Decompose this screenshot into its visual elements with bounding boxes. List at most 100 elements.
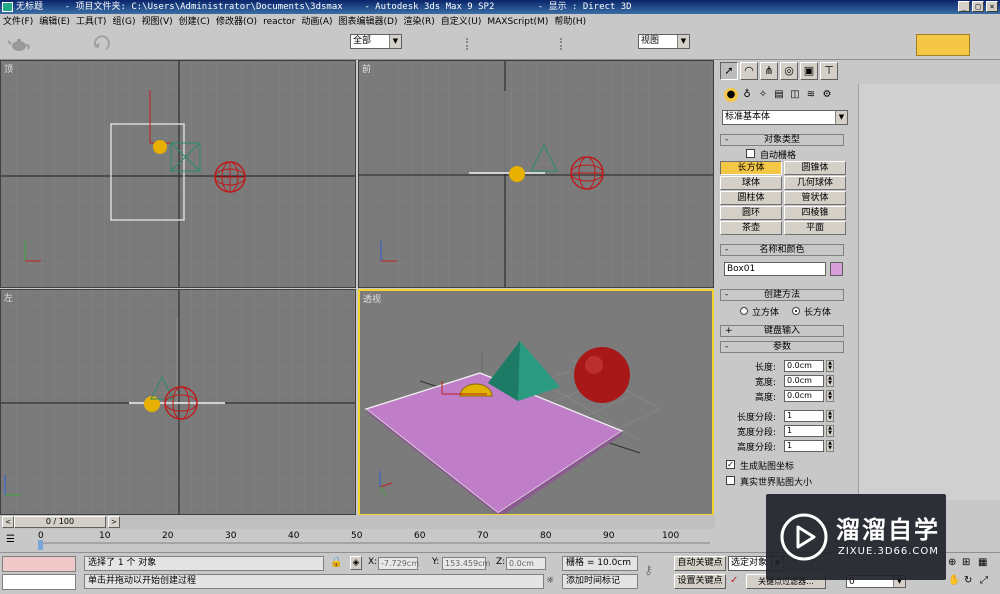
parameters-rollout[interactable]: - 参数 [720,341,844,353]
zoom-icon[interactable]: ⊕ [948,557,956,568]
width-segs-spinner[interactable]: ▲ ▼ [826,425,834,437]
z-coord-input[interactable]: 0.0cm [506,557,546,570]
viewport-perspective[interactable]: 透视 [358,289,714,516]
track-bar[interactable]: ☰ 0 10 20 30 40 50 60 70 80 90 100 [0,530,715,552]
menu-edit[interactable]: 编辑(E) [36,14,73,30]
autogrid-checkbox[interactable] [746,149,755,158]
display-tab-icon[interactable]: ▣ [800,62,818,80]
menu-create[interactable]: 创建(C) [176,14,213,30]
length-segs-input[interactable]: 1 [784,410,824,422]
minimize-button[interactable]: _ [958,1,970,12]
teapot-button[interactable]: 茶壶 [720,221,782,235]
menu-reactor[interactable]: reactor [260,14,298,30]
add-time-tag[interactable]: 添加时间标记 [562,574,638,589]
name-color-rollout[interactable]: - 名称和颜色 [720,244,844,256]
undo-icon[interactable] [92,35,112,53]
object-color-swatch[interactable] [830,262,843,276]
height-input[interactable]: 0.0cm [784,390,824,402]
object-name-input[interactable]: Box01 [724,262,826,276]
viewport-label-left[interactable]: 左 [4,291,13,304]
viewport-label-top[interactable]: 顶 [4,62,13,75]
maximize-button[interactable]: □ [972,1,984,12]
next-frame-icon[interactable]: > [108,516,120,528]
hierarchy-tab-icon[interactable]: ⋔ [760,62,778,80]
color-swatch-button[interactable] [916,34,970,56]
height-segs-input[interactable]: 1 [784,440,824,452]
viewport-label-perspective[interactable]: 透视 [363,292,381,305]
primitive-type-select[interactable]: 标准基本体 ▼ [722,110,848,125]
lock-icon[interactable]: 🔒 [330,557,342,568]
teapot-icon[interactable] [7,36,30,52]
height-segs-spinner[interactable]: ▲ ▼ [826,440,834,452]
real-world-checkbox[interactable] [726,476,735,485]
cameras-icon[interactable]: ▤ [772,88,786,102]
utilities-tab-icon[interactable]: ⊤ [820,62,838,80]
auto-key-button[interactable]: 自动关键点 [674,556,726,571]
width-segs-input[interactable]: 1 [784,425,824,437]
length-spinner[interactable]: ▲ ▼ [826,360,834,372]
menu-views[interactable]: 视图(V) [138,14,175,30]
object-type-rollout[interactable]: - 对象类型 [720,134,844,146]
shapes-icon[interactable]: ♁ [740,88,754,102]
set-key-button[interactable]: 设置关键点 [674,574,726,589]
box-button[interactable]: 长方体 [720,161,782,175]
maximize-viewport-icon[interactable]: ⤢ [980,575,988,586]
motion-tab-icon[interactable]: ◎ [780,62,798,80]
reference-coord-select[interactable]: 视图 ▼ [638,34,690,49]
menu-group[interactable]: 组(G) [109,14,138,30]
pan-icon[interactable]: ✋ [948,575,960,586]
spacewarps-icon[interactable]: ≋ [804,88,818,102]
x-coord-input[interactable]: -7.729cm [378,557,419,570]
lights-icon[interactable]: ✧ [756,88,770,102]
geometry-icon[interactable]: ● [724,88,738,102]
plane-button[interactable]: 平面 [784,221,846,235]
length-input[interactable]: 0.0cm [784,360,824,372]
menu-help[interactable]: 帮助(H) [551,14,589,30]
cube-radio[interactable] [740,307,748,315]
width-input[interactable]: 0.0cm [784,375,824,387]
maxscript-input[interactable] [2,574,76,590]
keyboard-entry-rollout[interactable]: + 键盘输入 [720,325,844,337]
menu-modifiers[interactable]: 修改器(O) [213,14,260,30]
gen-mapping-checkbox[interactable]: ✓ [726,460,735,469]
create-tab-icon[interactable]: ➚ [720,62,738,80]
length-segs-spinner[interactable]: ▲ ▼ [826,410,834,422]
pyramid-button[interactable]: 四棱锥 [784,206,846,220]
time-slider-thumb[interactable]: 0 / 100 [14,516,106,528]
zoom-all-icon[interactable]: ⊞ [962,557,970,568]
maxscript-listener[interactable] [2,556,76,572]
close-button[interactable]: × [986,1,998,12]
key-icon[interactable]: ⚷ [644,563,668,583]
zoom-extents-icon[interactable]: ▦ [978,557,987,568]
y-coord-input[interactable]: 153.459cm [442,557,490,570]
viewport-top[interactable]: 顶 [0,60,356,288]
menu-graph-editors[interactable]: 图表编辑器(D) [336,14,401,30]
height-spinner[interactable]: ▲ ▼ [826,390,834,402]
menu-tools[interactable]: 工具(T) [73,14,110,30]
orbit-icon[interactable]: ↻ [964,575,972,586]
geosphere-button[interactable]: 几何球体 [784,176,846,190]
selection-filter-select[interactable]: 全部 ▼ [350,34,402,49]
menu-customize[interactable]: 自定义(U) [438,14,485,30]
viewport-front[interactable]: 前 [358,60,714,288]
torus-button[interactable]: 圆环 [720,206,782,220]
box-radio[interactable] [792,307,800,315]
prev-frame-icon[interactable]: < [2,516,14,528]
viewport-left[interactable]: 左 [0,289,356,515]
width-spinner[interactable]: ▲ ▼ [826,375,834,387]
sphere-button[interactable]: 球体 [720,176,782,190]
menu-maxscript[interactable]: MAXScript(M) [484,14,551,30]
tube-button[interactable]: 管状体 [784,191,846,205]
helpers-icon[interactable]: ◫ [788,88,802,102]
cone-button[interactable]: 圆锥体 [784,161,846,175]
time-slider[interactable]: < 0 / 100 > [0,515,715,529]
systems-icon[interactable]: ⚙ [820,88,834,102]
modify-tab-icon[interactable]: ◠ [740,62,758,80]
cylinder-button[interactable]: 圆柱体 [720,191,782,205]
menu-rendering[interactable]: 渲染(R) [400,14,437,30]
creation-method-rollout[interactable]: - 创建方法 [720,289,844,301]
transform-mode-icon[interactable]: ◈ [350,556,362,570]
menu-file[interactable]: 文件(F) [0,14,36,30]
menu-animation[interactable]: 动画(A) [298,14,335,30]
viewport-label-front[interactable]: 前 [362,62,371,75]
